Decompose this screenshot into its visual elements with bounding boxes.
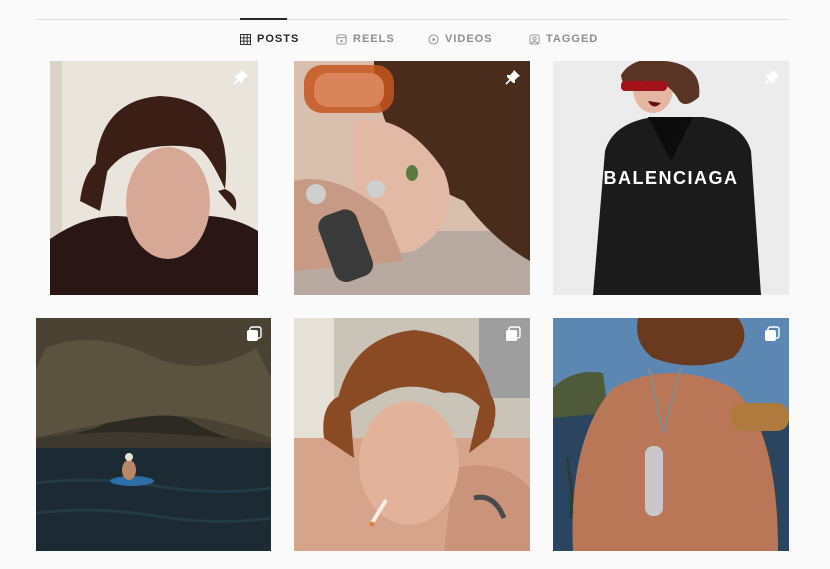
post-image xyxy=(553,318,789,551)
active-tab-indicator xyxy=(240,18,287,20)
tab-tagged[interactable]: TAGGED xyxy=(529,33,598,45)
pin-icon xyxy=(764,70,779,85)
post-image xyxy=(294,61,530,295)
post-image xyxy=(36,318,271,551)
tab-videos[interactable]: VIDEOS xyxy=(428,33,493,45)
post-image xyxy=(50,61,258,295)
carousel-icon xyxy=(765,326,780,341)
tab-reels[interactable]: REELS xyxy=(336,33,395,45)
post-thumbnail[interactable] xyxy=(50,61,258,295)
reels-icon xyxy=(336,33,347,45)
post-image xyxy=(294,318,530,551)
tab-label: VIDEOS xyxy=(445,33,493,45)
tab-label: TAGGED xyxy=(546,33,599,45)
tabs-divider xyxy=(36,19,789,20)
pin-icon xyxy=(505,70,520,85)
grid-icon xyxy=(240,33,251,45)
tagged-icon xyxy=(529,33,540,45)
tab-label: POSTS xyxy=(257,33,300,45)
tab-posts[interactable]: POSTS xyxy=(240,33,299,45)
post-thumbnail[interactable] xyxy=(36,318,271,551)
profile-tabs: POSTS REELS VIDEOS TAGGED xyxy=(0,33,830,49)
tab-label: REELS xyxy=(353,33,395,45)
post-thumbnail[interactable] xyxy=(294,318,530,551)
post-thumbnail[interactable]: BALENCIAGA xyxy=(553,61,789,295)
play-icon xyxy=(428,33,439,45)
brand-overlay-text: BALENCIAGA xyxy=(603,168,739,188)
pin-icon xyxy=(233,70,248,85)
post-thumbnail[interactable] xyxy=(294,61,530,295)
carousel-icon xyxy=(506,326,521,341)
carousel-icon xyxy=(247,326,262,341)
post-thumbnail[interactable] xyxy=(553,318,789,551)
